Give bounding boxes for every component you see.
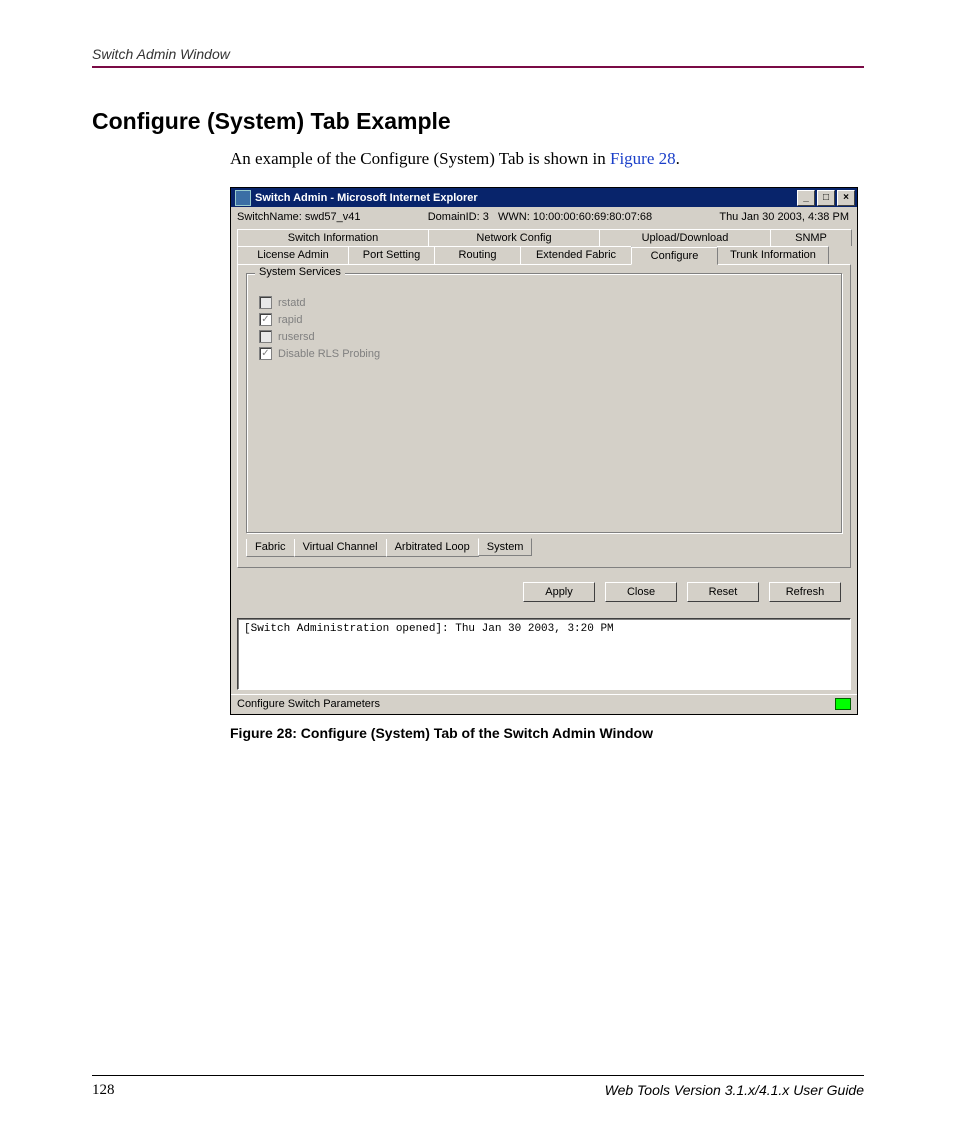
subtab-arbitrated-loop[interactable]: Arbitrated Loop (386, 539, 479, 557)
minimize-button[interactable]: _ (797, 190, 815, 206)
tab-extended-fabric[interactable]: Extended Fabric (520, 246, 632, 264)
tab-switch-information[interactable]: Switch Information (237, 229, 429, 246)
switch-name-label: SwitchName: (237, 211, 302, 223)
tab-routing[interactable]: Routing (434, 246, 521, 264)
tab-port-setting[interactable]: Port Setting (348, 246, 435, 264)
switch-name-value: swd57_v41 (305, 211, 361, 223)
reset-button[interactable]: Reset (687, 582, 759, 602)
checkbox-icon (259, 330, 272, 343)
section-title: Configure (System) Tab Example (92, 108, 864, 135)
intro-text-pre: An example of the Configure (System) Tab… (230, 149, 610, 168)
checkbox-label: Disable RLS Probing (278, 348, 380, 360)
checkbox-icon (259, 296, 272, 309)
refresh-button[interactable]: Refresh (769, 582, 841, 602)
checkbox-disable-rls[interactable]: ✓ Disable RLS Probing (259, 347, 831, 360)
checkbox-label: rapid (278, 314, 302, 326)
subtab-virtual-channel[interactable]: Virtual Channel (294, 539, 387, 557)
figure-link[interactable]: Figure 28 (610, 149, 676, 168)
close-dialog-button[interactable]: Close (605, 582, 677, 602)
button-row: Apply Close Reset Refresh (237, 568, 851, 612)
apply-button[interactable]: Apply (523, 582, 595, 602)
tab-upload-download[interactable]: Upload/Download (599, 229, 771, 246)
checkbox-rstatd[interactable]: rstatd (259, 296, 831, 309)
system-services-group: System Services rstatd ✓ rapid rusersd (246, 273, 842, 533)
timestamp: Thu Jan 30 2003, 4:38 PM (719, 211, 849, 223)
subtabs: Fabric Virtual Channel Arbitrated Loop S… (246, 539, 842, 557)
checkbox-label: rusersd (278, 331, 315, 343)
wwn: WWN: 10:00:00:60:69:80:07:68 (498, 211, 652, 223)
subtab-fabric[interactable]: Fabric (246, 539, 295, 557)
tab-body: System Services rstatd ✓ rapid rusersd (237, 264, 851, 568)
info-row: SwitchName: swd57_v41 DomainID: 3 WWN: 1… (231, 207, 857, 225)
status-led-icon (835, 698, 851, 710)
page-footer: 128 Web Tools Version 3.1.x/4.1.x User G… (92, 1075, 864, 1099)
running-header: Switch Admin Window (92, 46, 864, 68)
checkbox-rusersd[interactable]: rusersd (259, 330, 831, 343)
checkbox-icon: ✓ (259, 347, 272, 360)
tab-configure[interactable]: Configure (631, 247, 718, 265)
subtab-system[interactable]: System (478, 538, 533, 556)
window-title: Switch Admin - Microsoft Internet Explor… (255, 192, 478, 204)
domain-id: DomainID: 3 (428, 211, 489, 223)
page-number: 128 (92, 1082, 115, 1099)
tab-trunk-information[interactable]: Trunk Information (717, 246, 829, 264)
status-text: Configure Switch Parameters (237, 698, 380, 710)
close-button[interactable]: × (837, 190, 855, 206)
titlebar: Switch Admin - Microsoft Internet Explor… (231, 188, 857, 207)
checkbox-rapid[interactable]: ✓ rapid (259, 313, 831, 326)
app-icon (235, 190, 251, 206)
tab-license-admin[interactable]: License Admin (237, 246, 349, 264)
intro-text-post: . (676, 149, 680, 168)
checkbox-label: rstatd (278, 297, 306, 309)
screenshot-window: Switch Admin - Microsoft Internet Explor… (230, 187, 858, 715)
status-bar: Configure Switch Parameters (231, 694, 857, 714)
figure-caption: Figure 28: Configure (System) Tab of the… (230, 725, 864, 741)
log-pane: [Switch Administration opened]: Thu Jan … (237, 618, 851, 690)
tab-snmp[interactable]: SNMP (770, 229, 852, 246)
group-legend: System Services (255, 266, 345, 278)
intro-paragraph: An example of the Configure (System) Tab… (230, 149, 864, 169)
tabs-area: Switch Information Network Config Upload… (231, 225, 857, 612)
tab-network-config[interactable]: Network Config (428, 229, 600, 246)
maximize-button[interactable]: □ (817, 190, 835, 206)
checkbox-icon: ✓ (259, 313, 272, 326)
guide-title: Web Tools Version 3.1.x/4.1.x User Guide (605, 1082, 864, 1099)
